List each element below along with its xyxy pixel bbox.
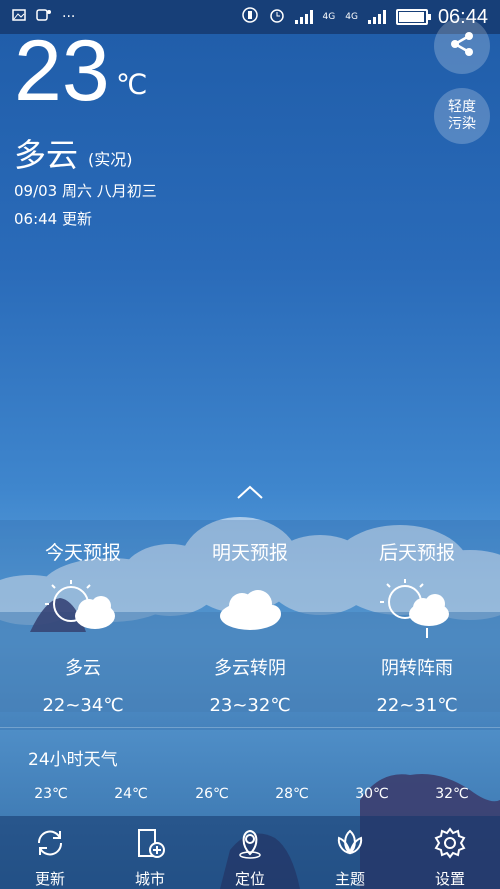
network-type-label: 4G [322,12,336,22]
gear-icon [433,826,467,864]
hourly-temp: 24℃ [114,786,148,802]
nav-city[interactable]: 城市 [100,816,200,889]
hourly-temp: 28℃ [275,786,309,802]
forecast-title: 明天预报 [211,542,288,564]
location-pin-icon [233,826,267,864]
forecast-condition: 多云转阴 [214,658,286,679]
hourly-temp: 30℃ [355,786,389,802]
share-button[interactable] [434,18,490,74]
current-condition: 多云 [14,136,79,174]
current-temperature: 23 [14,23,110,119]
nav-location[interactable]: 定位 [200,816,300,889]
nav-refresh[interactable]: 更新 [0,816,100,889]
partly-cloudy-rain-icon [377,576,457,640]
bottom-nav: 更新 城市 定位 主题 设置 [0,816,500,889]
hourly-temp: 26℃ [195,786,229,802]
condition-note: (实况) [88,150,133,169]
nav-theme[interactable]: 主题 [300,816,400,889]
nav-label: 更新 [34,870,65,888]
nav-label: 定位 [234,870,265,888]
partly-cloudy-icon [43,576,123,640]
hourly-title: 24小时天气 [28,750,118,770]
air-quality-line2: 污染 [448,116,476,132]
city-add-icon [133,826,167,864]
hourly-temps: 23℃ 24℃ 26℃ 28℃ 30℃ 32℃ [0,786,500,806]
air-quality-line1: 轻度 [448,99,476,115]
update-time: 06:44 更新 [14,210,92,228]
forecast-temp-range: 23~32℃ [209,695,291,716]
nav-settings[interactable]: 设置 [400,816,500,889]
date-line: 09/03 周六 八月初三 [14,182,157,200]
forecast-temp-range: 22~31℃ [376,695,458,716]
temperature-unit: ℃ [116,68,148,101]
forecast-panel: 今天预报 多云 22~34℃ 明天预报 多云转阴 23~32℃ 后天预报 阴转阵… [0,520,500,730]
signal-strength-icon [294,10,313,24]
section-divider [0,727,500,728]
forecast-condition: 阴转阵雨 [381,658,453,679]
share-icon [447,29,477,64]
signal-strength-icon-2 [367,10,386,24]
theme-lotus-icon [333,826,367,864]
nav-label: 设置 [434,870,465,888]
battery-icon [395,9,431,25]
forecast-condition: 多云 [65,658,101,679]
refresh-icon [33,826,67,864]
forecast-temp-range: 22~34℃ [42,695,124,716]
nav-label: 主题 [334,870,365,888]
vibrate-icon [241,7,259,27]
chevron-up-icon[interactable] [236,484,264,504]
hourly-temp: 23℃ [34,786,68,802]
network-type-label-2: 4G [345,12,358,22]
hourly-temp: 32℃ [435,786,469,802]
air-quality-button[interactable]: 轻度 污染 [434,88,490,144]
nav-label: 城市 [134,870,165,888]
alarm-icon [269,7,285,27]
forecast-title: 今天预报 [44,542,121,564]
cloudy-icon [210,576,290,640]
forecast-title: 后天预报 [378,542,455,564]
